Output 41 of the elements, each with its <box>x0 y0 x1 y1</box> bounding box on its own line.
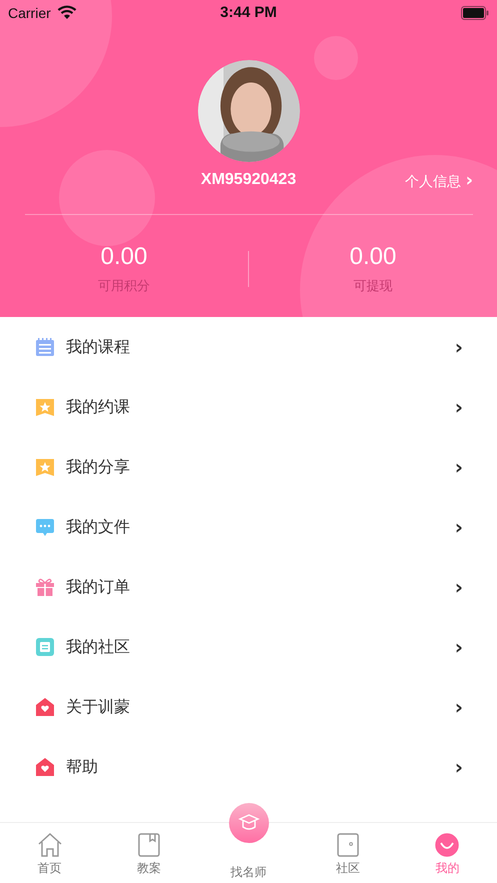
menu-label: 关于训蒙 <box>66 696 131 718</box>
wifi-icon <box>56 5 77 20</box>
stat-value: 0.00 <box>100 243 148 271</box>
menu-label: 我的文件 <box>66 516 131 538</box>
door-icon <box>334 832 361 858</box>
carrier-text: Carrier <box>8 4 51 20</box>
stat-label: 可用积分 <box>98 278 150 295</box>
menu-item[interactable]: 我的约课 › <box>0 377 497 437</box>
chevron-icon: › <box>454 635 463 659</box>
menu-item[interactable]: 我的文件 › <box>0 497 497 557</box>
menu-item[interactable]: 我的订单 › <box>0 557 497 617</box>
menu-item[interactable]: 我的课程 › <box>0 317 497 377</box>
tab-item[interactable]: 社区 <box>298 823 398 883</box>
tab-item[interactable]: 首页 <box>0 823 100 883</box>
status-time: 3:44 PM <box>220 4 277 21</box>
menu-label: 我的课程 <box>66 336 131 358</box>
chevron-icon: › <box>454 515 463 539</box>
menu-label: 我的分享 <box>66 456 131 478</box>
chevron-icon: › <box>454 335 463 359</box>
tab-item[interactable]: 找名师 <box>198 803 298 883</box>
menu-item[interactable]: 帮助 › <box>0 737 497 797</box>
chevron-icon: › <box>454 455 463 479</box>
menu-item[interactable]: 关于训蒙 › <box>0 677 497 737</box>
stat-value: 0.00 <box>350 243 396 271</box>
home-icon <box>36 832 63 858</box>
stat-label: 可提现 <box>354 278 392 295</box>
menu-item[interactable]: 我的社区 › <box>0 617 497 677</box>
smile-icon <box>434 832 460 858</box>
chevron-icon: › <box>454 755 463 779</box>
battery-icon <box>460 6 489 20</box>
menu-item[interactable]: 我的分享 › <box>0 437 497 497</box>
username: XM95920423 <box>200 171 296 189</box>
chevron-icon: › <box>454 695 463 719</box>
menu-label: 帮助 <box>66 756 99 778</box>
book-icon <box>136 832 162 858</box>
menu-label: 我的社区 <box>66 636 131 658</box>
menu-label: 我的订单 <box>66 576 131 598</box>
tab-item[interactable]: 教案 <box>99 823 199 883</box>
menu-label: 我的约课 <box>66 396 131 418</box>
chevron-icon: › <box>454 575 463 599</box>
chevron-icon: › <box>454 395 463 419</box>
